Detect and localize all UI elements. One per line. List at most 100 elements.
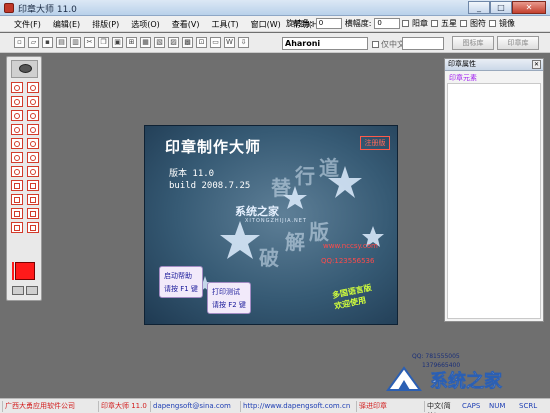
close-button[interactable]: ✕ xyxy=(512,1,546,14)
status-url2: 驿进印章 xyxy=(356,401,388,412)
status-url[interactable]: http://www.dapengsoft.com.cn xyxy=(240,401,356,412)
print-icon[interactable]: ▤ xyxy=(56,37,67,48)
word-icon[interactable]: W xyxy=(224,37,235,48)
font-select[interactable]: Aharoni xyxy=(282,37,368,50)
oval-tool[interactable] xyxy=(27,138,39,149)
tool-panel xyxy=(6,56,42,301)
bigchar: 解 xyxy=(285,230,305,254)
print-test-f2-button[interactable]: 打印测试 请按 F2 键 xyxy=(207,282,251,314)
menu-file[interactable]: 文件(F) xyxy=(14,19,41,30)
frame-tool[interactable] xyxy=(27,208,39,219)
menu-window[interactable]: 窗口(W) xyxy=(251,19,281,30)
zoom-icon[interactable]: ⊡ xyxy=(196,37,207,48)
property-list[interactable] xyxy=(447,83,541,319)
align-icon[interactable]: ⊞ xyxy=(126,37,137,48)
vertical-checkbox[interactable] xyxy=(372,41,379,48)
checkbox-yang[interactable] xyxy=(402,20,409,27)
window-title: 印章大师 11.0 xyxy=(18,5,77,15)
menu-options[interactable]: 选项(O) xyxy=(131,19,160,30)
watermark-text: 系统之家 xyxy=(235,205,279,218)
badge-tool[interactable] xyxy=(11,166,23,177)
export-icon[interactable]: ⇩ xyxy=(238,37,249,48)
circle-tool[interactable] xyxy=(11,82,23,93)
menu-view[interactable]: 查看(V) xyxy=(172,19,200,30)
checkbox-symbol[interactable] xyxy=(460,20,467,27)
square-tool[interactable] xyxy=(11,180,23,191)
badge-tool[interactable] xyxy=(27,166,39,177)
seal-library-button[interactable]: 印章库 xyxy=(497,36,539,50)
ellipse-tool[interactable] xyxy=(27,110,39,121)
group-icon[interactable]: ▨ xyxy=(168,37,179,48)
frame-tool[interactable] xyxy=(11,208,23,219)
panel-close-icon[interactable]: ✕ xyxy=(532,60,541,69)
rotate-label: 旋转角: xyxy=(286,19,313,28)
circle-tool[interactable] xyxy=(27,82,39,93)
menu-layout[interactable]: 排版(P) xyxy=(92,19,119,30)
bigchar: 替 xyxy=(271,176,291,200)
tool-grid xyxy=(11,82,39,233)
ungroup-icon[interactable]: ▩ xyxy=(182,37,193,48)
menu-tools[interactable]: 工具(T) xyxy=(211,19,238,30)
status-company: 广西大勇应用软件公司 xyxy=(2,401,98,412)
site-logo: 系统之家 xyxy=(386,366,503,392)
status-num: NUM xyxy=(489,402,506,410)
ring-tool[interactable] xyxy=(27,96,39,107)
grid-icon[interactable]: ▦ xyxy=(140,37,151,48)
maximize-button[interactable]: □ xyxy=(490,1,512,14)
checkbox-mirror-label: 镜像 xyxy=(499,19,515,28)
bigchar: 行 xyxy=(295,164,315,188)
icon-library-button[interactable]: 图标库 xyxy=(452,36,494,50)
star-tool[interactable] xyxy=(27,124,39,135)
oval-tool[interactable] xyxy=(11,138,23,149)
grid-tool[interactable] xyxy=(11,222,23,233)
text-arc-tool[interactable] xyxy=(11,152,23,163)
bigchar: 破 xyxy=(259,246,279,270)
print-f2-line2: 请按 F2 键 xyxy=(212,301,246,309)
layer-icon[interactable]: ▧ xyxy=(154,37,165,48)
property-panel: 印章属性 ✕ 印章元素 xyxy=(444,58,544,322)
menu-bar: 文件(F) 编辑(E) 排版(P) 选项(O) 查看(V) 工具(T) 窗口(W… xyxy=(0,16,550,32)
star-tool[interactable] xyxy=(11,124,23,135)
ellipse-tool[interactable] xyxy=(11,110,23,121)
copy-icon[interactable]: ❐ xyxy=(98,37,109,48)
grid-tool[interactable] xyxy=(27,222,39,233)
cut-icon[interactable]: ✂ xyxy=(84,37,95,48)
build-text: build 2008.7.25 xyxy=(169,181,251,191)
help-f1-button[interactable]: 启动帮助 请按 F1 键 xyxy=(159,266,203,298)
bigchar: 版 xyxy=(309,220,329,244)
print-preview-icon[interactable]: ▥ xyxy=(70,37,81,48)
new-icon[interactable]: ▫ xyxy=(14,37,25,48)
width-input[interactable]: 0 xyxy=(374,18,401,29)
paste-icon[interactable]: ▣ xyxy=(112,37,123,48)
tool-panel-footer xyxy=(12,286,39,296)
status-email[interactable]: dapengsoft@sina.com xyxy=(150,401,240,412)
ring-tool[interactable] xyxy=(11,96,23,107)
rect-tool[interactable] xyxy=(11,194,23,205)
printer-icon[interactable] xyxy=(12,286,24,295)
image-icon[interactable]: ▭ xyxy=(210,37,221,48)
print-f2-line1: 打印测试 xyxy=(212,288,240,296)
save-icon[interactable]: ▪ xyxy=(42,37,53,48)
rect-tool[interactable] xyxy=(27,194,39,205)
color-strip xyxy=(12,262,14,280)
logo-text: 系统之家 xyxy=(430,370,503,392)
title-bar: 印章大师 11.0 _ □ ✕ xyxy=(0,0,550,16)
tool-panel-header xyxy=(11,60,38,78)
font-size-select[interactable] xyxy=(402,37,444,50)
help-f1-line1: 启动帮助 xyxy=(164,272,192,280)
status-scrl: SCRL xyxy=(519,402,538,410)
seal-elements-item[interactable]: 印章元素 xyxy=(449,73,477,83)
checkbox-star[interactable] xyxy=(431,20,438,27)
minimize-button[interactable]: _ xyxy=(468,1,490,14)
version-text: 版本 11.0 xyxy=(169,169,215,179)
color-swatch[interactable] xyxy=(15,262,35,280)
rotate-input[interactable]: 0 xyxy=(315,18,342,29)
text-arc-tool[interactable] xyxy=(27,152,39,163)
open-icon[interactable]: ▱ xyxy=(28,37,39,48)
menu-edit[interactable]: 编辑(E) xyxy=(53,19,80,30)
pen-icon[interactable] xyxy=(26,286,38,295)
checkbox-mirror[interactable] xyxy=(489,20,496,27)
square-tool[interactable] xyxy=(27,180,39,191)
splash-website: www.nccsy.com xyxy=(323,242,378,250)
help-f1-line2: 请按 F1 键 xyxy=(164,285,198,293)
